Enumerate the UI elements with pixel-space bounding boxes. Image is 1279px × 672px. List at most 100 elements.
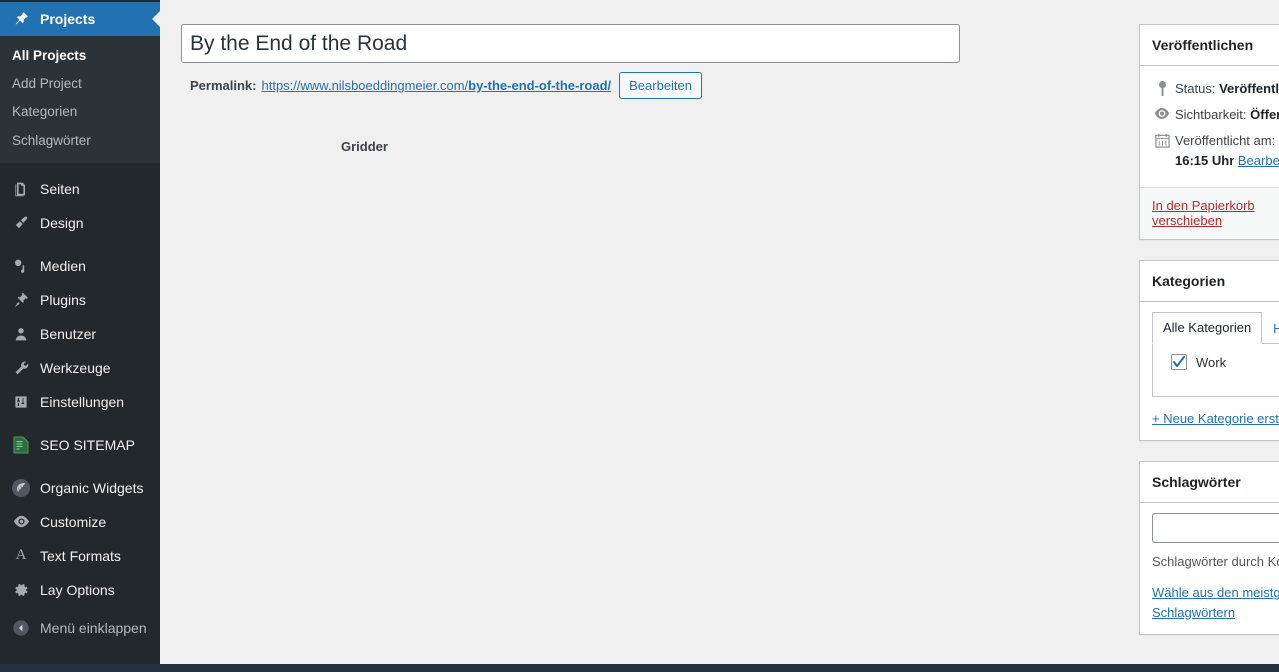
sidebar-item-customize[interactable]: Customize (0, 505, 160, 539)
categories-metabox: Kategorien Alle Kategorien Häufig genutz… (1139, 259, 1279, 442)
gear-icon (11, 580, 31, 600)
permalink-base: https://www.nilsboeddingmeier.com/ (261, 78, 469, 93)
add-new-category-link[interactable]: + Neue Kategorie erstellen (1152, 411, 1279, 426)
sidebar-item-projects[interactable]: Projects (0, 2, 160, 36)
menu-separator (0, 462, 160, 471)
permalink-label: Permalink: (190, 78, 257, 93)
sidebar-item-benutzer[interactable]: Benutzer (0, 317, 160, 351)
sidebar-item-label: Benutzer (40, 325, 97, 342)
admin-sidebar: Dashboard Projects All Projects Add Proj… (0, 0, 160, 672)
tag-input[interactable] (1152, 513, 1279, 544)
projects-submenu: All Projects Add Project Kategorien Schl… (0, 36, 160, 163)
tab-all-categories[interactable]: Alle Kategorien (1152, 311, 1263, 345)
menu-separator (0, 419, 160, 428)
collapse-menu-button[interactable]: Menü einklappen (0, 611, 160, 645)
visibility-value: Öffentlich (1250, 107, 1279, 123)
move-to-trash-link[interactable]: In den Papierkorb verschieben (1152, 198, 1279, 228)
calendar-icon (1152, 131, 1172, 148)
pin-icon (11, 9, 31, 29)
plugin-plug-icon (11, 290, 31, 310)
publish-metabox-title: Veröffentlichen (1152, 37, 1254, 53)
sidebar-item-label: Plugins (40, 291, 86, 308)
tags-metabox-header: Schlagwörter (1140, 462, 1279, 504)
tags-metabox-title: Schlagwörter (1152, 474, 1241, 491)
sidebar-item-label: Design (40, 214, 84, 231)
sidebar-item-seiten[interactable]: Seiten (0, 172, 160, 206)
categories-metabox-title: Kategorien (1152, 272, 1226, 289)
sidebar-item-werkzeuge[interactable]: Werkzeuge (0, 351, 160, 385)
leaf-circle-icon (11, 478, 31, 498)
sidebar-item-organic-widgets[interactable]: Organic Widgets (0, 471, 160, 505)
post-title-input[interactable] (181, 24, 960, 63)
sidebar-item-plugins[interactable]: Plugins (0, 283, 160, 317)
collapse-arrow-icon (11, 618, 31, 638)
categories-metabox-header: Kategorien (1140, 261, 1279, 302)
sidebar-item-label: Werkzeuge (40, 359, 111, 376)
bottom-bar (0, 664, 1279, 672)
sidebar-item-label: Organic Widgets (40, 479, 144, 496)
sidebar-item-label: Medien (40, 257, 86, 274)
eye-icon (11, 512, 31, 532)
submenu-item-all-projects[interactable]: All Projects (0, 42, 160, 70)
eye-icon (1152, 105, 1172, 120)
permalink-row: Permalink: https://www.nilsboeddingmeier… (190, 72, 703, 99)
category-item-work[interactable]: Work (1163, 354, 1279, 371)
choose-popular-tags-link[interactable]: Wähle aus den meistgenutzten Schlagwörte… (1152, 583, 1279, 622)
edit-permalink-button[interactable]: Bearbeiten (619, 72, 703, 99)
publish-metabox-header: Veröffentlichen (1140, 25, 1279, 66)
wordpress-admin-screen: Dashboard Projects All Projects Add Proj… (0, 0, 1279, 672)
sidebar-item-label: Projects (40, 11, 96, 27)
pin-marker-icon (1152, 79, 1172, 96)
settings-sliders-icon (11, 392, 31, 412)
menu-separator (0, 240, 160, 249)
title-field-wrapper (181, 24, 960, 63)
active-menu-arrow (152, 11, 160, 27)
publish-metabox-footer: In den Papierkorb verschieben Aktualisie… (1140, 186, 1279, 239)
published-label: Veröffentlicht am: (1175, 133, 1276, 149)
sidebar-item-design[interactable]: Design (0, 206, 160, 240)
visibility-label: Sichtbarkeit: (1175, 107, 1247, 123)
sidebar-item-label: Einstellungen (40, 393, 125, 410)
submenu-item-kategorien[interactable]: Kategorien (0, 98, 160, 126)
main-content: Permalink: https://www.nilsboeddingmeier… (160, 0, 1279, 672)
tags-metabox-body: OK Schlagwörter durch Kommas trennen. Wä… (1140, 503, 1279, 634)
appearance-brush-icon (11, 213, 31, 233)
media-icon (11, 256, 31, 276)
category-checkbox[interactable] (1171, 354, 1187, 371)
editor-side-column: Veröffentlichen Status: Veröffentl Sicht… (1139, 24, 1279, 655)
publish-metabox-body: Status: Veröffentlicht Bearbeiten Sichtb… (1140, 66, 1279, 187)
publish-date-row: Veröffentlicht am: 5. Mrz. 2021 um 16:15… (1152, 128, 1279, 174)
sidebar-item-label: Lay Options (40, 581, 115, 598)
tags-metabox: Schlagwörter OK Schl (1139, 461, 1279, 636)
category-list: Work (1152, 343, 1279, 398)
sidebar-item-medien[interactable]: Medien (0, 249, 160, 283)
gridder-metabox-label: Gridder (341, 139, 388, 154)
sidebar-item-einstellungen[interactable]: Einstellungen (0, 385, 160, 419)
permalink-slug: by-the-end-of-the-road/ (468, 78, 612, 93)
sidebar-item-seo-sitemap[interactable]: SEO SITEMAP (0, 428, 160, 462)
pages-icon (11, 179, 31, 199)
category-label: Work (1196, 354, 1227, 370)
permalink-link[interactable]: https://www.nilsboeddingmeier.com/by-the… (261, 78, 611, 93)
tag-hint-text: Schlagwörter durch Kommas trennen. (1152, 554, 1279, 570)
menu-separator (0, 163, 160, 172)
publish-status-row: Status: Veröffentlicht Bearbeiten (1152, 76, 1279, 102)
sidebar-item-label: Text Formats (40, 547, 121, 564)
wrench-icon (11, 358, 31, 378)
status-label: Status: (1175, 81, 1216, 96)
categories-metabox-body: Alle Kategorien Häufig genutzt Work + Ne… (1140, 302, 1279, 441)
sidebar-item-label: SEO SITEMAP (40, 436, 135, 453)
submenu-item-add-project[interactable]: Add Project (0, 70, 160, 98)
tag-input-row: OK (1152, 513, 1279, 544)
sidebar-item-lay-options[interactable]: Lay Options (0, 573, 160, 607)
category-tabs: Alle Kategorien Häufig genutzt (1152, 311, 1279, 345)
tab-most-used[interactable]: Häufig genutzt (1262, 313, 1279, 345)
submenu-item-schlagwoerter[interactable]: Schlagwörter (0, 127, 160, 155)
publish-visibility-row: Sichtbarkeit: Öffentlich Bearbeiten (1152, 102, 1279, 128)
letter-a-icon: A (15, 547, 27, 564)
checkmark-icon (1173, 356, 1185, 368)
sitemap-document-icon (11, 435, 31, 455)
edit-date-link[interactable]: Bearbeiten (1238, 153, 1279, 168)
sidebar-item-label: Customize (40, 513, 107, 530)
sidebar-item-text-formats[interactable]: A Text Formats (0, 539, 160, 573)
